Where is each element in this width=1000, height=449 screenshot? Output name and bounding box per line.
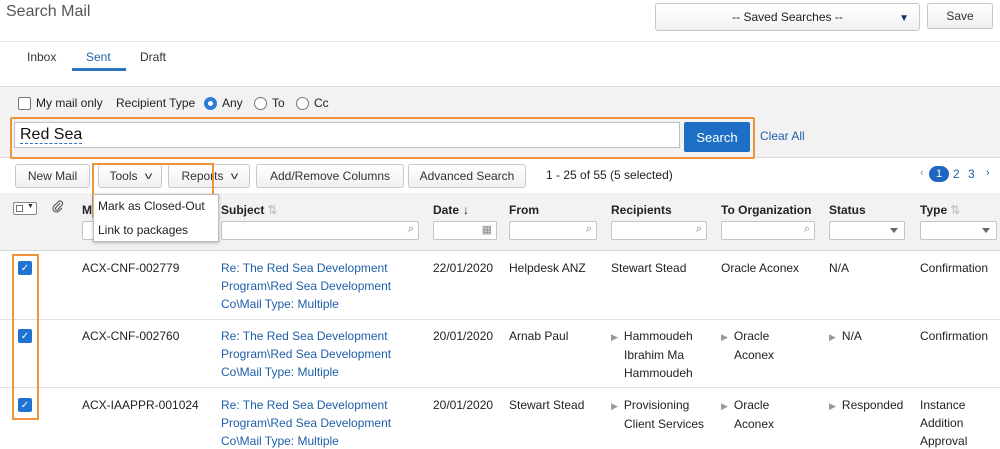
expand-triangle-icon: ▶ bbox=[611, 401, 618, 411]
from-filter-input[interactable]: ⌕ bbox=[509, 221, 597, 240]
select-all-checkbox[interactable]: ▼ bbox=[13, 202, 37, 215]
col-recipients-header[interactable]: Recipients bbox=[611, 203, 672, 217]
date-filter-input[interactable]: ▦ bbox=[433, 221, 497, 240]
page-title: Search Mail bbox=[6, 3, 91, 20]
col-status-header[interactable]: Status bbox=[829, 203, 866, 217]
clear-all-link[interactable]: Clear All bbox=[760, 129, 805, 143]
expand-triangle-icon: ▶ bbox=[829, 332, 836, 342]
mail-to-org: ▶ Oracle Aconex bbox=[721, 329, 775, 362]
recipient-any-label: Any bbox=[222, 96, 243, 110]
mail-to-org: Oracle Aconex bbox=[721, 261, 800, 275]
my-mail-only-checkbox[interactable] bbox=[18, 97, 31, 110]
active-tab-indicator bbox=[72, 68, 126, 71]
mail-number: ACX-IAAPPR-001024 bbox=[82, 398, 199, 412]
calendar-icon: ▦ bbox=[481, 224, 492, 236]
search-button[interactable]: Search bbox=[684, 122, 750, 152]
mail-from: Arnab Paul bbox=[509, 329, 569, 343]
tab-sent[interactable]: Sent bbox=[86, 50, 111, 64]
mail-type: Confirmation bbox=[920, 329, 989, 343]
search-icon: ⌕ bbox=[407, 223, 414, 235]
search-icon: ⌕ bbox=[803, 223, 810, 235]
mail-date: 20/01/2020 bbox=[433, 329, 494, 343]
page-1-button[interactable]: 1 bbox=[929, 166, 949, 182]
expand-triangle-icon: ▶ bbox=[611, 332, 618, 342]
search-icon: ⌕ bbox=[695, 223, 702, 235]
expand-triangle-icon: ▶ bbox=[829, 401, 836, 411]
mail-date: 22/01/2020 bbox=[433, 261, 494, 275]
attachment-clip-icon bbox=[52, 200, 64, 217]
subject-filter-input[interactable]: ⌕ bbox=[221, 221, 419, 240]
advanced-search-button[interactable]: Advanced Search bbox=[408, 164, 526, 188]
status-filter-select[interactable] bbox=[829, 221, 905, 240]
new-mail-button[interactable]: New Mail bbox=[15, 164, 90, 188]
tab-draft[interactable]: Draft bbox=[140, 50, 166, 64]
col-type-label: Type bbox=[920, 203, 948, 217]
recipient-cc-radio[interactable] bbox=[296, 97, 309, 110]
sort-desc-icon: ↓ bbox=[463, 203, 470, 217]
dropdown-caret-icon: ▼ bbox=[899, 13, 909, 24]
page-3-link[interactable]: 3 bbox=[968, 167, 975, 181]
search-icon: ⌕ bbox=[585, 223, 592, 235]
menu-item-link-to-packages[interactable]: Link to packages bbox=[94, 219, 214, 241]
col-subject-header[interactable]: Subject ⇅ bbox=[221, 203, 277, 217]
col-to-org-header[interactable]: To Organization bbox=[721, 203, 811, 217]
chevron-down-icon: v bbox=[230, 170, 238, 182]
type-filter-select[interactable] bbox=[920, 221, 997, 240]
mail-number: ACX-CNF-002779 bbox=[82, 261, 180, 275]
col-from-header[interactable]: From bbox=[509, 203, 539, 217]
recipient-cc-label: Cc bbox=[314, 96, 329, 110]
mail-recipients: ▶ Provisioning Client Services bbox=[611, 398, 705, 431]
page-2-link[interactable]: 2 bbox=[953, 167, 960, 181]
mail-from: Helpdesk ANZ bbox=[509, 261, 586, 275]
menu-item-mark-closed-out[interactable]: Mark as Closed-Out bbox=[94, 195, 214, 217]
subject-link[interactable]: Re: The Red Sea Development Program\Red S… bbox=[221, 396, 391, 449]
subject-link[interactable]: Re: The Red Sea Development Program\Red S… bbox=[221, 259, 391, 313]
col-mail-no-header[interactable]: M bbox=[82, 203, 92, 217]
save-button[interactable]: Save bbox=[927, 3, 993, 29]
mail-type: Confirmation bbox=[920, 261, 989, 275]
result-count: 1 - 25 of 55 (5 selected) bbox=[546, 168, 673, 182]
mail-date: 20/01/2020 bbox=[433, 398, 494, 412]
dropdown-caret-icon bbox=[982, 228, 990, 233]
recipient-any-radio[interactable] bbox=[204, 97, 217, 110]
recipient-to-radio[interactable] bbox=[254, 97, 267, 110]
saved-searches-select[interactable]: -- Saved Searches -- ▼ bbox=[655, 3, 920, 31]
mail-to-org: ▶ Oracle Aconex bbox=[721, 398, 775, 431]
mail-status: N/A bbox=[829, 261, 850, 275]
to-org-filter-input[interactable]: ⌕ bbox=[721, 221, 815, 240]
col-type-header[interactable]: Type ⇅ bbox=[920, 203, 960, 217]
sort-icon: ⇅ bbox=[950, 203, 961, 217]
mail-number: ACX-CNF-002760 bbox=[82, 329, 180, 343]
pager-next-icon[interactable]: › bbox=[986, 167, 990, 179]
sort-icon: ⇅ bbox=[267, 203, 278, 217]
row-divider bbox=[0, 319, 1000, 320]
row-divider bbox=[0, 387, 1000, 388]
mail-from: Stewart Stead bbox=[509, 398, 585, 412]
my-mail-only-label: My mail only bbox=[36, 96, 103, 110]
subject-link[interactable]: Re: The Red Sea Development Program\Red S… bbox=[221, 327, 391, 381]
header-divider bbox=[0, 41, 1000, 42]
search-query-text: Red Sea bbox=[20, 126, 83, 144]
expand-triangle-icon: ▶ bbox=[721, 401, 728, 411]
expand-triangle-icon: ▶ bbox=[721, 332, 728, 342]
mail-type: Instance Addition Approval bbox=[920, 398, 968, 448]
recipient-type-label: Recipient Type bbox=[116, 96, 196, 110]
recipients-filter-input[interactable]: ⌕ bbox=[611, 221, 707, 240]
selected-rows-highlight-box bbox=[12, 254, 39, 420]
dropdown-caret-icon bbox=[890, 228, 898, 233]
recipient-to-label: To bbox=[272, 96, 285, 110]
add-remove-columns-button[interactable]: Add/Remove Columns bbox=[256, 164, 404, 188]
mail-recipients: ▶ Hammoudeh Ibrahim Ma Hammoudeh bbox=[611, 329, 693, 380]
mail-recipients: Stewart Stead bbox=[611, 261, 687, 275]
mail-status: ▶ N/A bbox=[829, 329, 862, 343]
mail-status: ▶ Responded bbox=[829, 398, 904, 412]
pager-prev-icon[interactable]: ‹ bbox=[920, 167, 924, 179]
search-input[interactable]: Red Sea bbox=[14, 122, 680, 148]
col-subject-label: Subject bbox=[221, 203, 265, 217]
tab-inbox[interactable]: Inbox bbox=[27, 50, 56, 64]
col-date-header[interactable]: Date ↓ bbox=[433, 203, 469, 217]
saved-searches-label: -- Saved Searches -- bbox=[732, 10, 843, 24]
col-date-label: Date bbox=[433, 203, 460, 217]
